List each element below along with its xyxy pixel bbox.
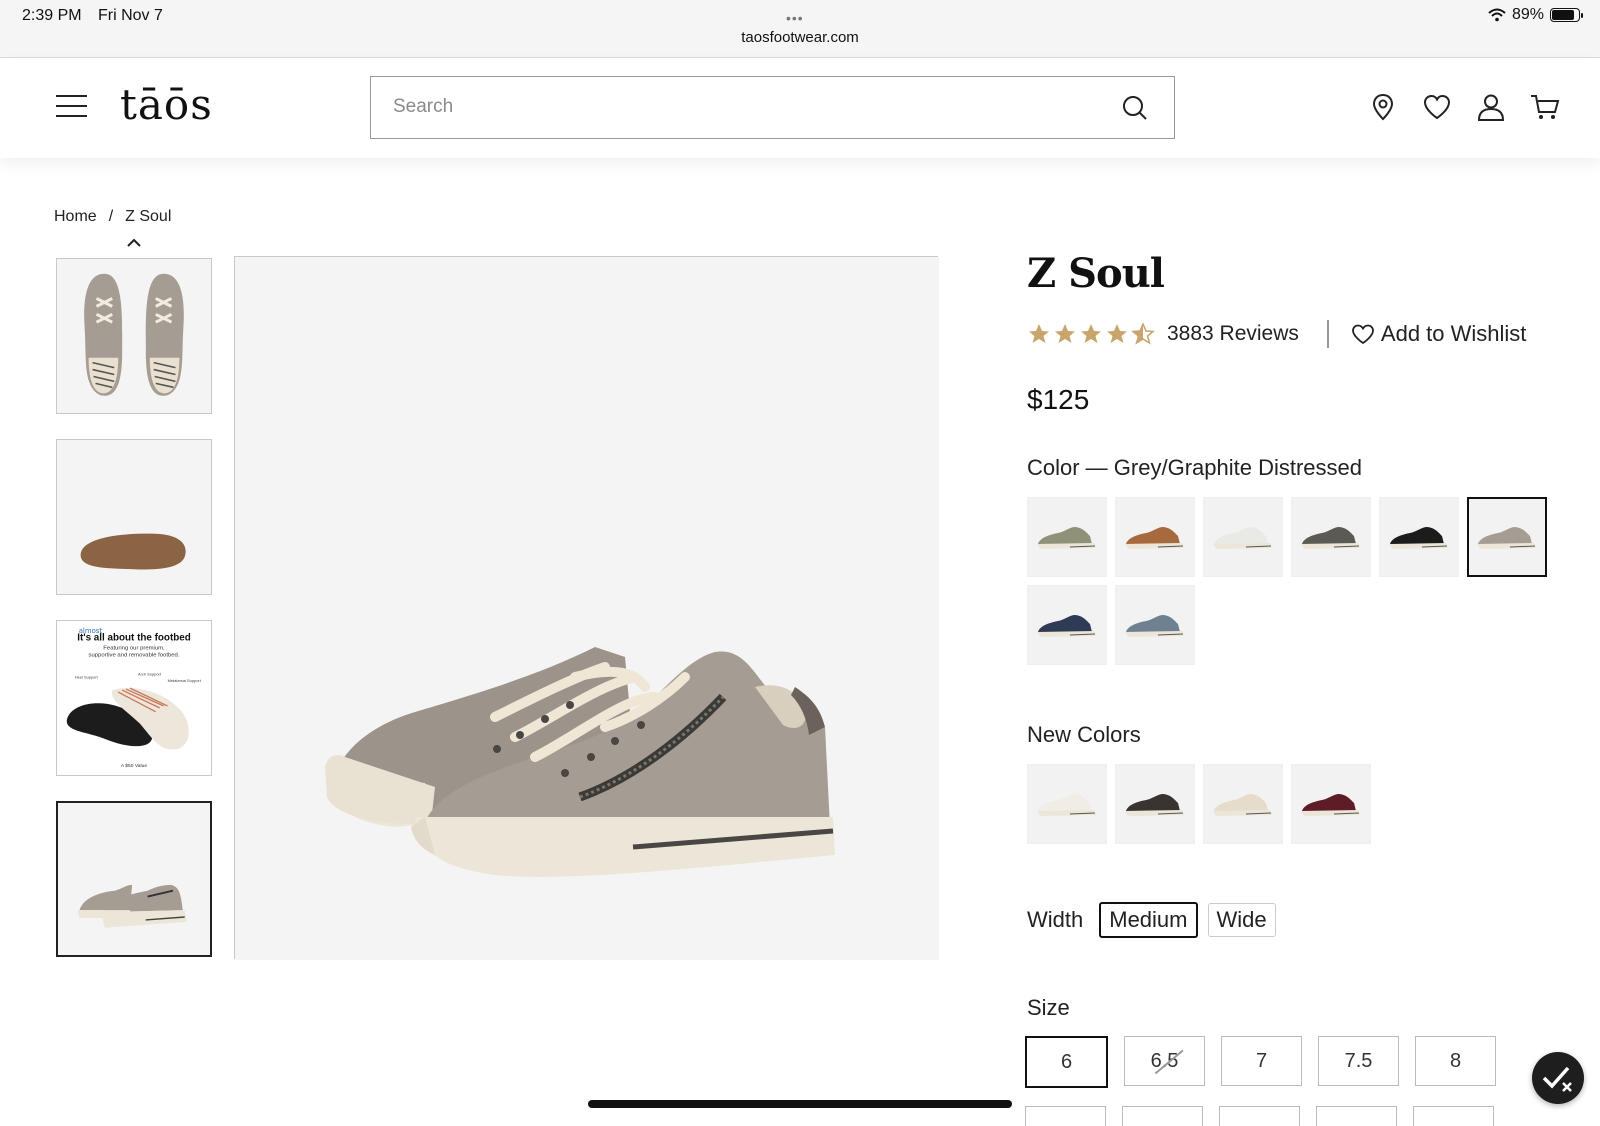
thumbnail-sole-view[interactable] bbox=[56, 439, 212, 595]
infographic-value: A $50 Value bbox=[121, 763, 147, 769]
site-header: tāōs bbox=[0, 58, 1600, 158]
size-selector-next-row bbox=[1025, 1106, 1494, 1126]
new-colors-label: New Colors bbox=[1027, 722, 1141, 747]
thumbnail-top-view[interactable] bbox=[56, 258, 212, 414]
star-icon bbox=[1055, 324, 1075, 343]
star-icon bbox=[1081, 324, 1101, 343]
status-bar: 2:39 PM Fri Nov 7 ••• taosfootwear.com 8… bbox=[0, 0, 1600, 58]
reviews-link[interactable]: 3883 Reviews bbox=[1167, 322, 1299, 346]
size-6-5-button[interactable]: 6.5 bbox=[1124, 1036, 1205, 1086]
color-swatch[interactable] bbox=[1291, 497, 1371, 577]
rating-row: 3883 Reviews Add to Wishlist bbox=[1027, 320, 1526, 348]
infographic-title: It's all about the footbed bbox=[77, 633, 191, 644]
color-label: Color — Grey/Graphite Distressed bbox=[1027, 455, 1362, 480]
size-6-button[interactable]: 6 bbox=[1025, 1036, 1108, 1088]
search-box bbox=[370, 76, 1175, 139]
size-selector: 6 6.5 7 7.5 8 bbox=[1025, 1036, 1496, 1088]
hamburger-menu-icon[interactable] bbox=[56, 95, 87, 117]
infographic-sub2: supportive and removable footbed. bbox=[89, 653, 180, 659]
breadcrumb-home[interactable]: Home bbox=[54, 208, 97, 226]
color-swatch[interactable] bbox=[1115, 585, 1195, 665]
account-user-icon[interactable] bbox=[1476, 92, 1506, 122]
divider bbox=[1326, 320, 1329, 348]
color-swatch[interactable] bbox=[1379, 497, 1459, 577]
check-x-icon bbox=[1542, 1066, 1572, 1092]
color-swatches bbox=[1027, 497, 1587, 665]
breadcrumb: Home / Z Soul bbox=[54, 208, 171, 226]
heart-icon bbox=[1352, 324, 1374, 345]
size-label: Size bbox=[1027, 995, 1070, 1020]
status-date: Fri Nov 7 bbox=[98, 7, 163, 24]
color-swatch[interactable] bbox=[1203, 497, 1283, 577]
battery-icon bbox=[1550, 8, 1583, 22]
browser-more-dots[interactable]: ••• bbox=[786, 10, 804, 26]
product-price: $125 bbox=[1027, 384, 1090, 415]
width-label: Width bbox=[1027, 907, 1084, 932]
size-button-partial[interactable] bbox=[1025, 1106, 1106, 1126]
width-selector: Width Medium Wide bbox=[1027, 902, 1276, 938]
cart-icon[interactable] bbox=[1530, 92, 1560, 122]
thumbnail-footbed-infographic[interactable]: almost It's all about the footbed Featur… bbox=[56, 620, 212, 776]
thumbnail-side-view[interactable] bbox=[56, 801, 212, 957]
accessibility-checkmark-button[interactable] bbox=[1532, 1052, 1584, 1104]
half-star-icon bbox=[1131, 322, 1155, 345]
main-product-image[interactable] bbox=[234, 256, 939, 960]
add-to-wishlist-button[interactable]: Add to Wishlist bbox=[1351, 321, 1527, 347]
address-bar-url[interactable]: taosfootwear.com bbox=[0, 29, 1600, 46]
size-8-button[interactable]: 8 bbox=[1415, 1036, 1496, 1086]
new-color-swatch[interactable] bbox=[1115, 764, 1195, 844]
color-swatch[interactable] bbox=[1027, 585, 1107, 665]
width-medium-button[interactable]: Medium bbox=[1099, 902, 1198, 938]
taos-logo[interactable]: tāōs bbox=[120, 80, 213, 129]
new-color-swatch[interactable] bbox=[1027, 764, 1107, 844]
product-title: Z Soul bbox=[1027, 250, 1165, 297]
breadcrumb-current: Z Soul bbox=[125, 208, 172, 225]
color-swatch[interactable] bbox=[1027, 497, 1107, 577]
infographic-sub1: Featuring our premium, bbox=[103, 646, 165, 652]
star-icon bbox=[1029, 324, 1049, 343]
status-right: 89% bbox=[1488, 6, 1583, 24]
star-icon bbox=[1107, 324, 1127, 343]
new-color-swatch[interactable] bbox=[1203, 764, 1283, 844]
width-wide-button[interactable]: Wide bbox=[1207, 903, 1276, 937]
infographic-heel: Heel Support bbox=[75, 674, 99, 679]
chevron-up-icon[interactable] bbox=[126, 238, 142, 248]
size-button-partial[interactable] bbox=[1219, 1106, 1300, 1126]
search-input[interactable] bbox=[371, 77, 1071, 137]
wishlist-heart-icon[interactable] bbox=[1422, 92, 1452, 122]
size-7-5-button[interactable]: 7.5 bbox=[1318, 1036, 1399, 1086]
size-button-partial[interactable] bbox=[1413, 1106, 1494, 1126]
new-color-swatches bbox=[1027, 764, 1371, 844]
wifi-icon bbox=[1488, 8, 1506, 22]
wishlist-label: Add to Wishlist bbox=[1380, 321, 1527, 346]
star-rating[interactable] bbox=[1027, 322, 1155, 346]
size-7-button[interactable]: 7 bbox=[1221, 1036, 1302, 1086]
store-locator-pin-icon[interactable] bbox=[1368, 92, 1398, 122]
infographic-metatarsal: Metatarsal Support bbox=[168, 678, 202, 683]
home-indicator[interactable] bbox=[588, 1100, 1012, 1108]
breadcrumb-separator: / bbox=[108, 208, 114, 225]
color-swatch[interactable] bbox=[1115, 497, 1195, 577]
search-icon[interactable] bbox=[1122, 95, 1148, 121]
size-button-partial[interactable] bbox=[1122, 1106, 1203, 1126]
color-swatch[interactable] bbox=[1467, 497, 1547, 577]
battery-percent: 89% bbox=[1511, 6, 1544, 23]
new-color-swatch[interactable] bbox=[1291, 764, 1371, 844]
infographic-arch: Arch Support bbox=[138, 671, 162, 676]
header-icons bbox=[1368, 92, 1560, 122]
status-time: 2:39 PM bbox=[22, 7, 82, 24]
size-button-partial[interactable] bbox=[1316, 1106, 1397, 1126]
